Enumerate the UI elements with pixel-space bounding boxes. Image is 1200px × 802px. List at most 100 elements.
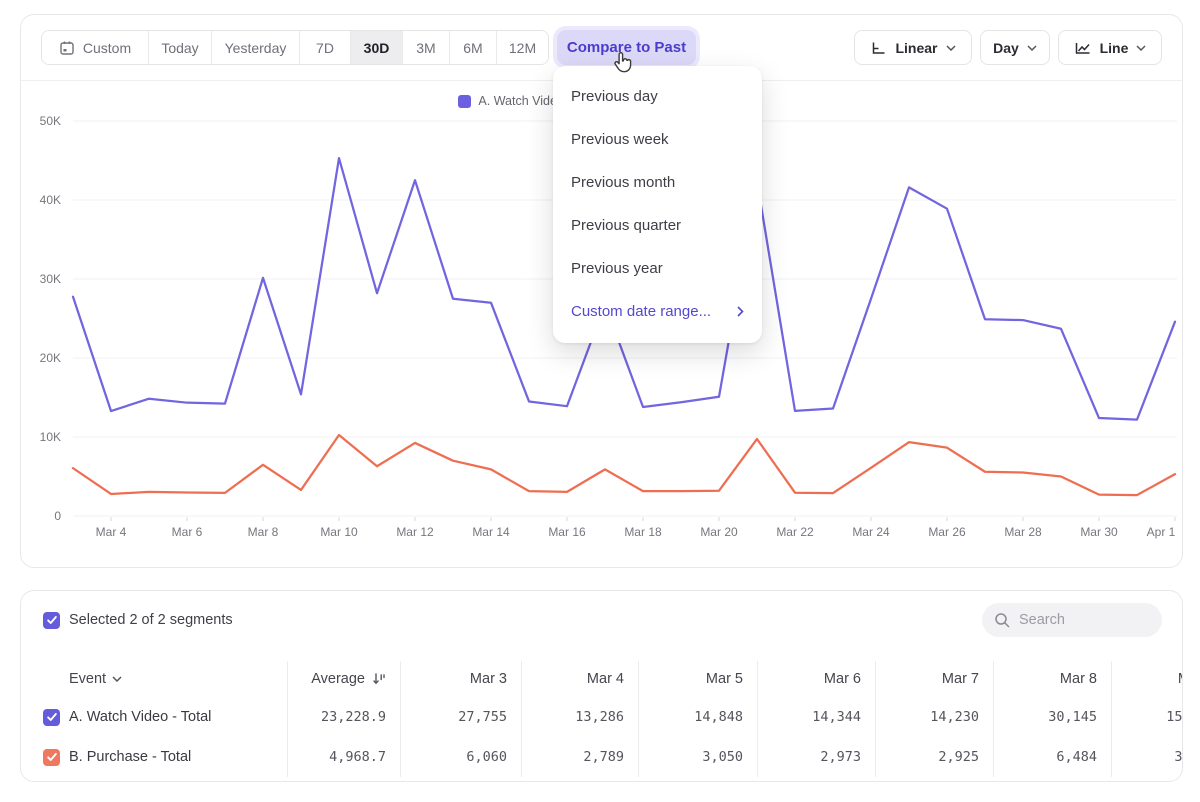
x-axis-tick-label: Mar 6 — [172, 525, 203, 539]
segments-table: Event Average Mar 3 Mar 4 Mar 5 Mar 6 Mar 7 M… — [21, 661, 1183, 777]
date-value: 14,344 — [757, 697, 875, 737]
date-value: 15,400 — [1111, 697, 1183, 737]
date-value: 14,230 — [875, 697, 993, 737]
date-value: 3,050 — [638, 737, 757, 777]
row-checkbox[interactable] — [43, 709, 60, 726]
column-label: Mar 4 — [587, 671, 624, 687]
y-axis-tick-label: 10K — [40, 430, 61, 444]
x-axis-tick-label: Mar 26 — [928, 525, 966, 539]
y-axis-tick-label: 50K — [40, 114, 61, 128]
chevron-down-icon — [1136, 45, 1146, 51]
date-value: 2,925 — [875, 737, 993, 777]
chevron-down-icon — [946, 45, 956, 51]
y-axis-tick-label: 0 — [54, 509, 61, 523]
date-column-header[interactable]: Mar 6 — [757, 661, 875, 697]
x-axis-tick-label: Mar 18 — [624, 525, 662, 539]
y-axis-tick-label: 40K — [40, 193, 61, 207]
sort-descending-icon — [372, 672, 386, 686]
date-value: 2,789 — [521, 737, 638, 777]
segments-card: Selected 2 of 2 segments Event Average — [20, 590, 1183, 782]
search-icon — [994, 612, 1011, 629]
average-column-header[interactable]: Average — [287, 661, 400, 697]
series-line-purchase[interactable] — [73, 435, 1175, 495]
range-custom[interactable]: Custom — [42, 31, 149, 64]
column-label: Mar 3 — [470, 671, 507, 687]
average-value: 4,968.7 — [287, 737, 400, 777]
event-column-header[interactable]: Event — [21, 661, 287, 697]
date-value: 6,484 — [993, 737, 1111, 777]
date-range-control: Custom Today Yesterday 7D 30D 3M 6M 12M — [41, 30, 549, 65]
event-cell: B. Purchase - Total — [21, 737, 287, 777]
menu-item-custom-date-range[interactable]: Custom date range... — [553, 290, 762, 333]
column-label: Mar 6 — [824, 671, 861, 687]
date-value: 30,145 — [993, 697, 1111, 737]
segments-header: Selected 2 of 2 segments — [21, 591, 1182, 661]
compare-to-past-button[interactable]: Compare to Past — [557, 30, 696, 65]
x-axis-tick-label: Mar 10 — [320, 525, 358, 539]
menu-item-previous-year[interactable]: Previous year — [553, 247, 762, 290]
column-label: Mar 5 — [706, 671, 743, 687]
search-box[interactable] — [982, 603, 1162, 637]
date-value: 3,300 — [1111, 737, 1183, 777]
range-7d[interactable]: 7D — [300, 31, 351, 64]
x-axis-tick-label: Mar 12 — [396, 525, 434, 539]
date-column-header[interactable]: Mar 3 — [400, 661, 521, 697]
chart-controls: Linear Day Line — [854, 30, 1162, 65]
date-value: 27,755 — [400, 697, 521, 737]
x-axis-tick-label: Mar 30 — [1080, 525, 1118, 539]
x-axis-tick-label: Mar 28 — [1004, 525, 1042, 539]
date-value: 13,286 — [521, 697, 638, 737]
column-label: Mar 8 — [1060, 671, 1097, 687]
calendar-icon — [59, 40, 75, 56]
date-column-header[interactable]: Mar 5 — [638, 661, 757, 697]
date-value: 6,060 — [400, 737, 521, 777]
chevron-right-icon — [737, 306, 744, 317]
chevron-down-icon — [112, 676, 122, 682]
event-label: B. Purchase - Total — [69, 749, 191, 765]
range-today[interactable]: Today — [149, 31, 212, 64]
average-value: 23,228.9 — [287, 697, 400, 737]
range-30d-selected[interactable]: 30D — [351, 31, 403, 64]
x-axis-tick-label: Mar 24 — [852, 525, 890, 539]
x-axis-tick-label: Mar 16 — [548, 525, 586, 539]
granularity-dropdown[interactable]: Day — [980, 30, 1050, 65]
row-checkbox[interactable] — [43, 749, 60, 766]
line-chart-icon — [1074, 40, 1092, 56]
x-axis-tick-label: Mar 20 — [700, 525, 738, 539]
y-axis-tick-label: 20K — [40, 351, 61, 365]
scale-dropdown[interactable]: Linear — [854, 30, 972, 65]
x-axis-tick-label: Mar 14 — [472, 525, 510, 539]
range-12m[interactable]: 12M — [497, 31, 548, 64]
event-label: A. Watch Video - Total — [69, 709, 211, 725]
legend-swatch — [458, 95, 471, 108]
linear-axis-icon — [870, 40, 887, 56]
menu-item-previous-month[interactable]: Previous month — [553, 161, 762, 204]
column-label: Mar 9 — [1178, 671, 1183, 687]
chart-type-dropdown[interactable]: Line — [1058, 30, 1162, 65]
range-yesterday[interactable]: Yesterday — [212, 31, 300, 64]
select-all-checkbox[interactable] — [43, 612, 60, 629]
search-input[interactable] — [1019, 612, 1139, 628]
menu-item-previous-quarter[interactable]: Previous quarter — [553, 204, 762, 247]
x-axis-tick-label: Mar 4 — [96, 525, 127, 539]
selected-segments-text: Selected 2 of 2 segments — [69, 612, 233, 628]
x-axis-tick-label: Apr 1 — [1147, 525, 1176, 539]
x-axis-tick-label: Mar 8 — [248, 525, 279, 539]
menu-item-previous-week[interactable]: Previous week — [553, 118, 762, 161]
menu-item-previous-day[interactable]: Previous day — [553, 75, 762, 118]
x-axis-tick-label: Mar 22 — [776, 525, 814, 539]
event-cell: A. Watch Video - Total — [21, 697, 287, 737]
compare-to-past-menu: Previous day Previous week Previous mont… — [553, 66, 762, 343]
chevron-down-icon — [1027, 45, 1037, 51]
date-column-header[interactable]: Mar 8 — [993, 661, 1111, 697]
y-axis-tick-label: 30K — [40, 272, 61, 286]
range-3m[interactable]: 3M — [403, 31, 450, 64]
date-column-header[interactable]: Mar 9 — [1111, 661, 1183, 697]
date-value: 2,973 — [757, 737, 875, 777]
date-value: 14,848 — [638, 697, 757, 737]
column-label: Mar 7 — [942, 671, 979, 687]
range-6m[interactable]: 6M — [450, 31, 497, 64]
date-column-header[interactable]: Mar 4 — [521, 661, 638, 697]
date-column-header[interactable]: Mar 7 — [875, 661, 993, 697]
range-label: Custom — [83, 40, 131, 56]
